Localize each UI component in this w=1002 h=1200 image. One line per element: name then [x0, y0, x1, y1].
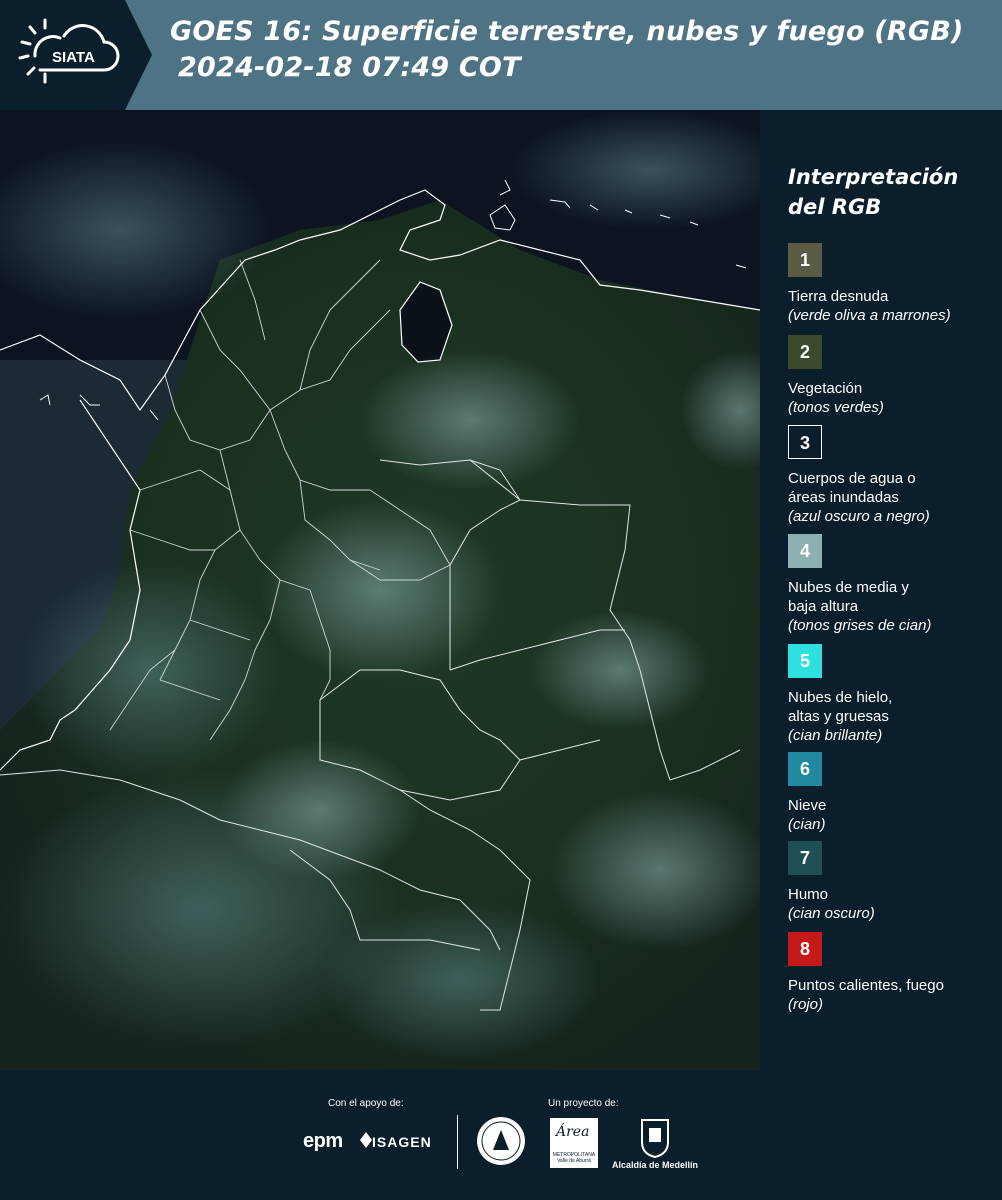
page-title: GOES 16: Superficie terrestre, nubes y f…	[170, 14, 964, 86]
legend-sub: (tonos grises de cian)	[788, 617, 932, 634]
legend-title: Interpretación del RGB	[788, 162, 958, 222]
legend-swatch: 8	[788, 932, 822, 966]
legend-item-bare-soil: 1 Tierra desnuda (verde oliva a marrones…	[788, 243, 998, 326]
legend-label: Nieve	[788, 797, 827, 814]
legend-label: Tierra desnuda	[788, 288, 889, 305]
isagen-logo: ISAGEN	[372, 1134, 432, 1150]
area-logo-subtext: METROPOLITANA Valle de Aburrá	[552, 1152, 596, 1164]
siata-logo-text: SIATA	[52, 49, 95, 66]
legend-swatch: 1	[788, 243, 822, 277]
legend-item-hotspots: 8 Puntos calientes, fuego (rojo)	[788, 932, 998, 1015]
legend-sub: (cian oscuro)	[788, 905, 875, 922]
legend-sub: (azul oscuro a negro)	[788, 508, 930, 525]
legend-sub: (verde oliva a marrones)	[788, 307, 951, 324]
legend-label: Cuerpos de agua o áreas inundadas	[788, 470, 916, 506]
legend-item-mid-low-clouds: 4 Nubes de media y baja altura (tonos gr…	[788, 534, 998, 636]
project-label: Un proyecto de:	[548, 1098, 619, 1109]
title-line-2: 2024-02-18 07:49 COT	[178, 52, 521, 83]
university-seal-icon	[477, 1117, 525, 1165]
medellin-label: Alcaldía de Medellín	[612, 1160, 699, 1170]
legend-label: Puntos calientes, fuego	[788, 977, 944, 994]
legend-item-vegetation: 2 Vegetación (tonos verdes)	[788, 335, 998, 418]
legend-title-line-2: del RGB	[788, 195, 882, 219]
legend-panel: Interpretación del RGB 1 Tierra desnuda …	[760, 110, 1002, 1070]
medellin-shield-icon	[641, 1119, 669, 1158]
legend-sub: (cian brillante)	[788, 727, 883, 744]
area-logo-text: Área	[556, 1124, 590, 1140]
legend-title-line-1: Interpretación	[788, 165, 959, 189]
footer-divider	[457, 1115, 458, 1169]
legend-sub: (cian)	[788, 816, 826, 833]
legend-swatch: 3	[788, 425, 822, 459]
legend-swatch: 5	[788, 644, 822, 678]
legend-label: Vegetación	[788, 380, 863, 397]
legend-item-ice-clouds: 5 Nubes de hielo, altas y gruesas (cian …	[788, 644, 998, 746]
legend-item-water: 3 Cuerpos de agua o áreas inundadas (azu…	[788, 425, 998, 527]
legend-swatch: 4	[788, 534, 822, 568]
legend-swatch: 6	[788, 752, 822, 786]
legend-item-smoke: 7 Humo (cian oscuro)	[788, 841, 998, 924]
header: SIATA GOES 16: Superficie terrestre, nub…	[0, 0, 1002, 110]
legend-swatch: 2	[788, 335, 822, 369]
title-line-1: GOES 16: Superficie terrestre, nubes y f…	[170, 16, 964, 47]
legend-sub: (rojo)	[788, 996, 824, 1013]
satellite-map	[0, 110, 760, 1070]
legend-swatch: 7	[788, 841, 822, 875]
siata-logo: SIATA	[0, 0, 152, 110]
isagen-text: ISAGEN	[372, 1134, 432, 1150]
footer: Con el apoyo de: Un proyecto de: epm ISA…	[0, 1070, 1002, 1200]
epm-logo: epm	[303, 1130, 343, 1152]
support-label: Con el apoyo de:	[328, 1098, 404, 1109]
legend-sub: (tonos verdes)	[788, 399, 884, 416]
isagen-icon	[360, 1132, 372, 1148]
legend-label: Nubes de media y baja altura	[788, 579, 909, 615]
legend-label: Humo	[788, 886, 829, 903]
legend-label: Nubes de hielo, altas y gruesas	[788, 689, 893, 725]
legend-item-snow: 6 Nieve (cian)	[788, 752, 998, 835]
